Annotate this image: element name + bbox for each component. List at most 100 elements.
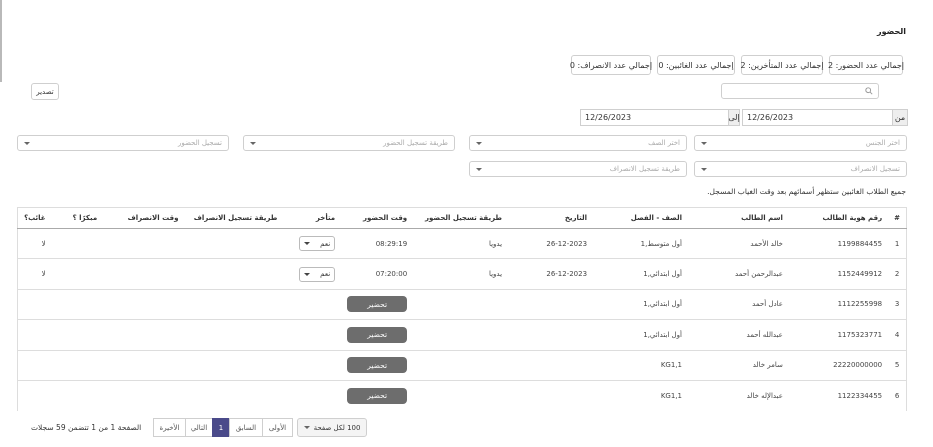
departure-time (103, 349, 185, 381)
student-name: خالد الأحمد (687, 227, 789, 259)
col-departure-method: طريقة تسجيل الانصراف (184, 207, 284, 229)
checkin-time: 07:20:00 (341, 258, 414, 290)
early-flag (51, 349, 104, 381)
page-title: الحضور (876, 27, 906, 36)
page-first-button[interactable]: الأولى (262, 418, 293, 437)
student-grade: أول ابتدائي,1 (593, 258, 688, 290)
date-from-label: من (892, 109, 908, 126)
student-name: عبدالإله خالد (687, 379, 789, 411)
student-name: عبدالرحمن أحمد (687, 258, 789, 290)
row-num: 4 (888, 319, 908, 351)
chevron-down-icon (24, 141, 30, 145)
page-prev-button[interactable]: السابق (229, 418, 263, 437)
chevron-down-icon (476, 167, 482, 171)
col-early: مبكرًا ؟ (51, 207, 104, 229)
departure-method (184, 258, 284, 290)
checkin-method (413, 379, 509, 411)
date-from-group: 12/26/2023 من (742, 109, 908, 126)
table-row: 6 1122334455 عبدالإله خالد KG1,1 تحضير (16, 379, 908, 411)
departure-time (103, 379, 185, 411)
export-button[interactable]: تصدير (31, 83, 59, 100)
late-select[interactable]: نعم (299, 266, 336, 282)
student-id: 1175323771 (788, 319, 889, 351)
search-input[interactable] (721, 83, 879, 99)
attendance-reg-select-label: تسجيل الحضور (177, 139, 222, 147)
student-grade: أول ابتدائي,1 (593, 319, 688, 351)
late-cell (283, 379, 342, 411)
absent-flag: لا (16, 258, 52, 290)
departure-time (103, 288, 185, 320)
attendance-date: 26-12-2023 (508, 227, 594, 259)
student-grade: KG1,1 (593, 379, 688, 411)
student-id: 1112255998 (788, 288, 889, 320)
student-id: 1122334455 (788, 379, 889, 411)
table-row: 5 22220000000 سامر خالد KG1,1 تحضير (16, 349, 908, 381)
departure-reg-select[interactable]: تسجيل الانصراف (694, 161, 907, 177)
chevron-down-icon (303, 426, 310, 429)
attendance-reg-select[interactable]: تسجيل الحضور (17, 135, 229, 151)
departure-time (103, 319, 185, 351)
mark-present-button[interactable]: تحضير (347, 387, 408, 404)
date-from-input[interactable]: 12/26/2023 (742, 109, 892, 126)
mark-present-button[interactable]: تحضير (347, 357, 408, 374)
checkin-method-select-label: طريقة تسجيل الحضور (383, 139, 448, 147)
grade-select[interactable]: اختر الصف (469, 135, 687, 151)
pagination: الأخيرة التالي 1 السابق الأولى (153, 418, 293, 437)
table-header-row: # رقم هوية الطالب اسم الطالب الصف - الفص… (16, 207, 908, 229)
date-to-group: 12/26/2023 إلى (580, 109, 740, 126)
student-grade: أول ابتدائي,1 (593, 288, 688, 320)
checkin-method: يدويا (413, 227, 509, 259)
chevron-down-icon (304, 242, 311, 246)
page-current-button[interactable]: 1 (212, 418, 230, 437)
checkin-method-select[interactable]: طريقة تسجيل الحضور (243, 135, 455, 151)
attendance-date: 26-12-2023 (508, 258, 594, 290)
early-flag (51, 258, 104, 290)
absent-flag (16, 379, 52, 411)
row-num: 3 (888, 288, 908, 320)
row-num: 2 (888, 258, 908, 290)
absent-total-button[interactable]: إجمالي عدد الغائبين: 0 (657, 55, 735, 75)
table-row: 1 1199884455 خالد الأحمد أول متوسط,1 26-… (16, 227, 908, 259)
chevron-down-icon (476, 141, 482, 145)
checkin-method (413, 349, 509, 381)
departure-total-button[interactable]: إجمالي عدد الانصراف: 0 (570, 55, 652, 75)
early-flag (51, 227, 104, 259)
table-row: 3 1112255998 عادل أحمد أول ابتدائي,1 تحض… (16, 288, 908, 320)
date-to-label: إلى (728, 109, 740, 126)
departure-method (184, 349, 284, 381)
early-flag (51, 379, 104, 411)
col-num: # (888, 207, 908, 229)
student-name: سامر خالد (687, 349, 789, 381)
early-flag (51, 288, 104, 320)
row-num: 1 (888, 227, 908, 259)
chevron-down-icon (701, 167, 707, 171)
action-cell: تحضير (341, 319, 414, 351)
left-scroll-edge (0, 0, 2, 82)
departure-reg-select-label: تسجيل الانصراف (850, 165, 900, 173)
col-absent: غائب؟ (16, 207, 52, 229)
departure-method (184, 379, 284, 411)
attendance-total-button[interactable]: إجمالي عدد الحضور: 2 (828, 55, 904, 75)
page-next-button[interactable]: التالي (185, 418, 213, 437)
student-name: عادل أحمد (687, 288, 789, 320)
gender-select[interactable]: اختر الجنس (694, 135, 907, 151)
mark-present-button[interactable]: تحضير (347, 296, 408, 313)
late-select[interactable]: نعم (299, 236, 336, 252)
late-total-button[interactable]: إجمالي عدد المتأخرين: 2 (740, 55, 824, 75)
per-page-select[interactable]: 100 لكل صفحة (297, 418, 367, 437)
row-num: 6 (888, 379, 908, 411)
checkin-time: 08:29:19 (341, 227, 414, 259)
checkin-method (413, 288, 509, 320)
absent-flag (16, 288, 52, 320)
absence-note: جميع الطلاب الغائبين ستظهر أسمائهم بعد و… (707, 187, 906, 196)
departure-method-select[interactable]: طريقة تسجيل الانصراف (469, 161, 687, 177)
page-last-button[interactable]: الأخيرة (153, 418, 186, 437)
student-id: 1152449912 (788, 258, 889, 290)
col-grade: الصف - الفصل (593, 207, 688, 229)
date-to-input[interactable]: 12/26/2023 (580, 109, 728, 126)
early-flag (51, 319, 104, 351)
pagination-info: الصفحة 1 من 1 تتضمن 59 سجلات (31, 423, 142, 432)
student-grade: أول متوسط,1 (593, 227, 688, 259)
checkin-method: يدويا (413, 258, 509, 290)
mark-present-button[interactable]: تحضير (347, 326, 408, 343)
